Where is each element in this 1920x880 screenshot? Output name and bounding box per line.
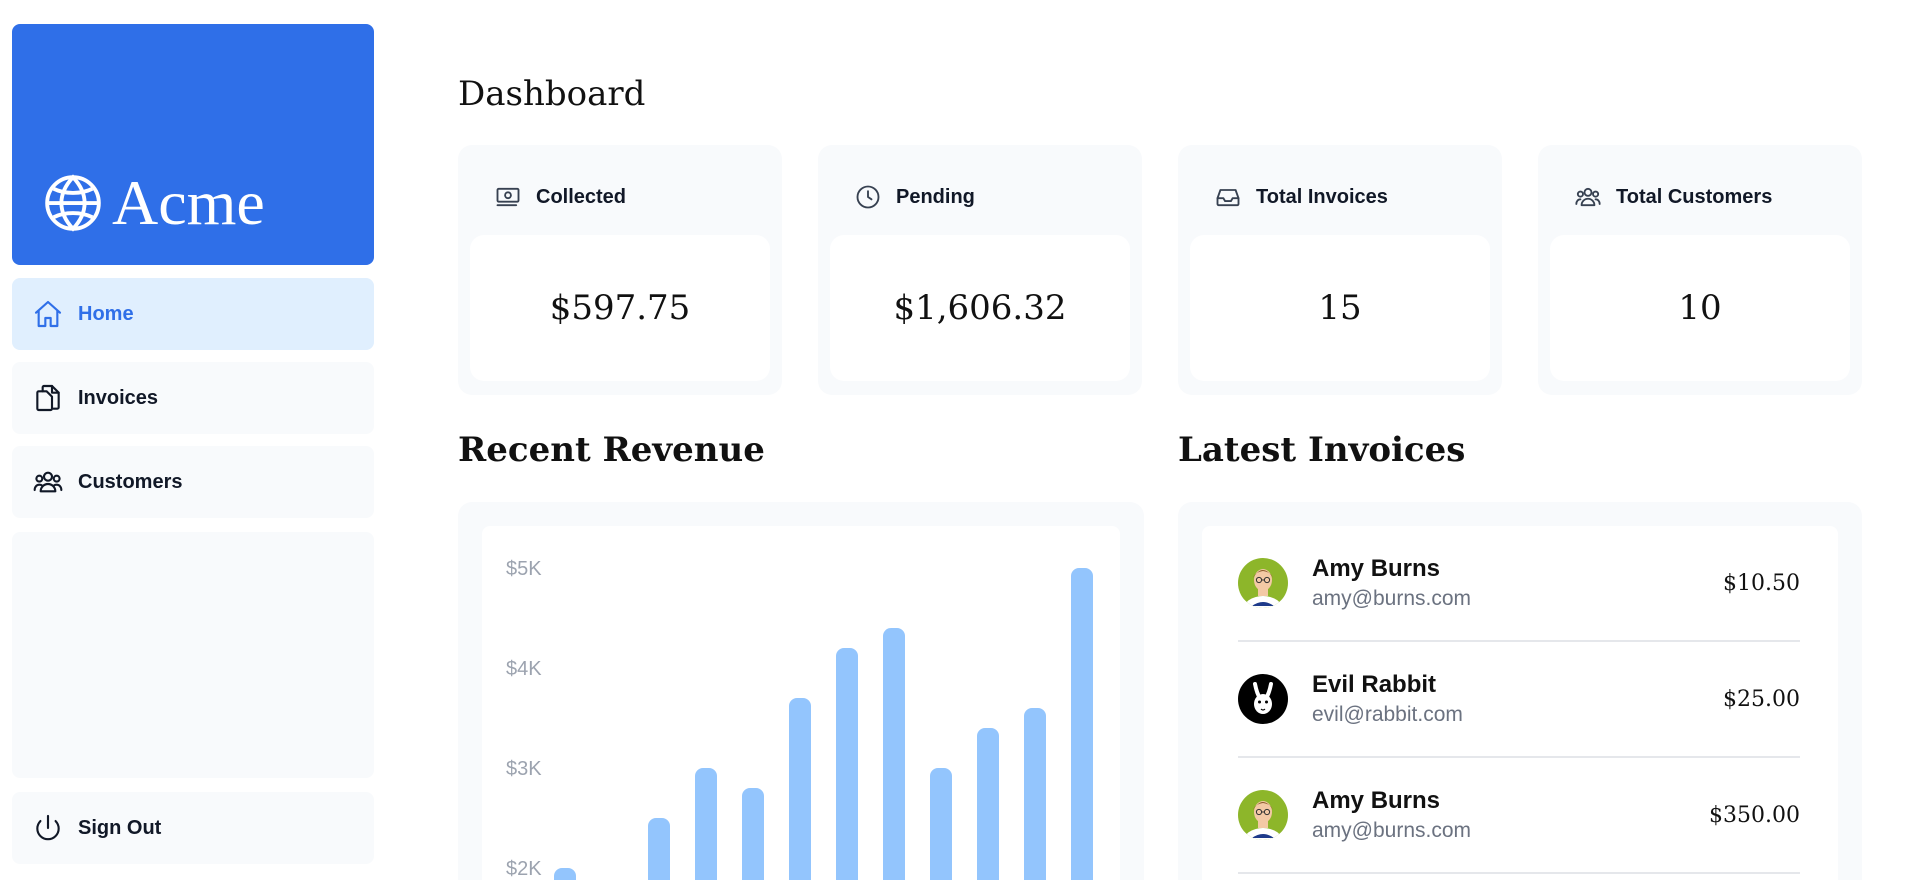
recent-revenue-title: Recent Revenue [458,430,765,470]
customer-email: evil@rabbit.com [1312,703,1463,727]
app-name: Acme [112,167,265,238]
card-total-customers: Total Customers 10 [1538,145,1862,395]
invoice-amount: $10.50 [1723,570,1800,596]
sign-out-button[interactable]: Sign Out [12,792,374,864]
latest-invoices-panel: Amy Burns amy@burns.com $10.50 Evil Rabb… [1178,502,1862,880]
invoice-customer: Amy Burns amy@burns.com [1312,555,1723,612]
invoice-row[interactable]: Evil Rabbit evil@rabbit.com $25.00 [1238,642,1800,758]
revenue-bar [648,818,670,880]
card-header: Collected [494,183,626,211]
evil-rabbit-avatar [1238,674,1288,724]
y-axis-tick-label: $4K [506,658,542,680]
sidebar-item-label: Home [78,302,134,325]
y-axis-tick-label: $3K [506,758,542,780]
globe-icon [45,174,101,232]
logo: Acme [42,171,265,235]
sidebar-spacer [12,532,374,778]
card-value: $1,606.32 [830,235,1130,381]
card-label: Pending [896,185,975,208]
revenue-bar [695,768,717,880]
card-pending: Pending $1,606.32 [818,145,1142,395]
sign-out-label: Sign Out [78,816,162,839]
sidebar-item-label: Customers [78,470,183,493]
banknotes-icon [496,187,520,207]
invoice-amount: $25.00 [1723,686,1800,712]
card-header: Total Customers [1574,183,1772,211]
card-header: Pending [854,183,975,211]
sidebar-item-label: Invoices [78,386,159,409]
user-group-icon [33,471,63,493]
clock-icon [856,185,880,209]
document-duplicate-icon [36,384,60,412]
sidebar-item-customers[interactable]: Customers [12,446,374,518]
home-icon [34,300,62,328]
customer-email: amy@burns.com [1312,587,1472,611]
page-title: Dashboard [458,74,646,114]
sidebar-item-invoices[interactable]: Invoices [12,362,374,434]
inbox-icon [1216,189,1240,207]
latest-invoices-title: Latest Invoices [1178,430,1466,470]
revenue-bar [977,728,999,880]
card-label: Total Customers [1616,185,1773,208]
invoice-row[interactable]: Amy Burns amy@burns.com $350.00 [1238,758,1800,874]
revenue-bar [742,788,764,880]
revenue-bar [836,648,858,880]
customer-name: Evil Rabbit [1312,670,1437,698]
revenue-bar [554,868,576,880]
latest-invoices-list: Amy Burns amy@burns.com $10.50 Evil Rabb… [1202,526,1838,880]
user-group-icon [1575,187,1601,207]
y-axis-tick-label: $5K [506,558,542,580]
revenue-panel: $5K $4K $3K $2K [458,502,1144,880]
logo-banner[interactable]: Acme [12,24,374,265]
invoice-row[interactable]: Amy Burns amy@burns.com $10.50 [1238,526,1800,642]
revenue-bar [1024,708,1046,880]
invoice-customer: Amy Burns amy@burns.com [1312,787,1709,844]
power-icon [36,814,60,841]
card-label: Total Invoices [1256,185,1388,208]
revenue-chart: $5K $4K $3K $2K [506,558,1093,880]
revenue-bar [883,628,905,880]
customer-name: Amy Burns [1312,554,1441,582]
card-value: 10 [1550,235,1850,381]
card-value: $597.75 [470,235,770,381]
card-label: Collected [536,185,627,208]
amy-burns-avatar [1238,790,1288,840]
invoice-customer: Evil Rabbit evil@rabbit.com [1312,671,1723,728]
y-axis-tick-label: $2K [506,858,542,880]
card-total-invoices: Total Invoices 15 [1178,145,1502,395]
revenue-bar [789,698,811,880]
amy-burns-avatar [1238,558,1288,608]
invoice-amount: $350.00 [1709,802,1800,828]
customer-email: amy@burns.com [1312,819,1472,843]
card-value: 15 [1190,235,1490,381]
card-header: Total Invoices [1214,183,1388,211]
customer-name: Amy Burns [1312,786,1441,814]
sidebar: Acme Home Invoices Customers Sign Out [12,24,374,864]
card-collected: Collected $597.75 [458,145,782,395]
sidebar-item-home[interactable]: Home [12,278,374,350]
revenue-chart-container: $5K $4K $3K $2K [482,526,1120,880]
revenue-bar [1071,568,1093,880]
revenue-bar [930,768,952,880]
